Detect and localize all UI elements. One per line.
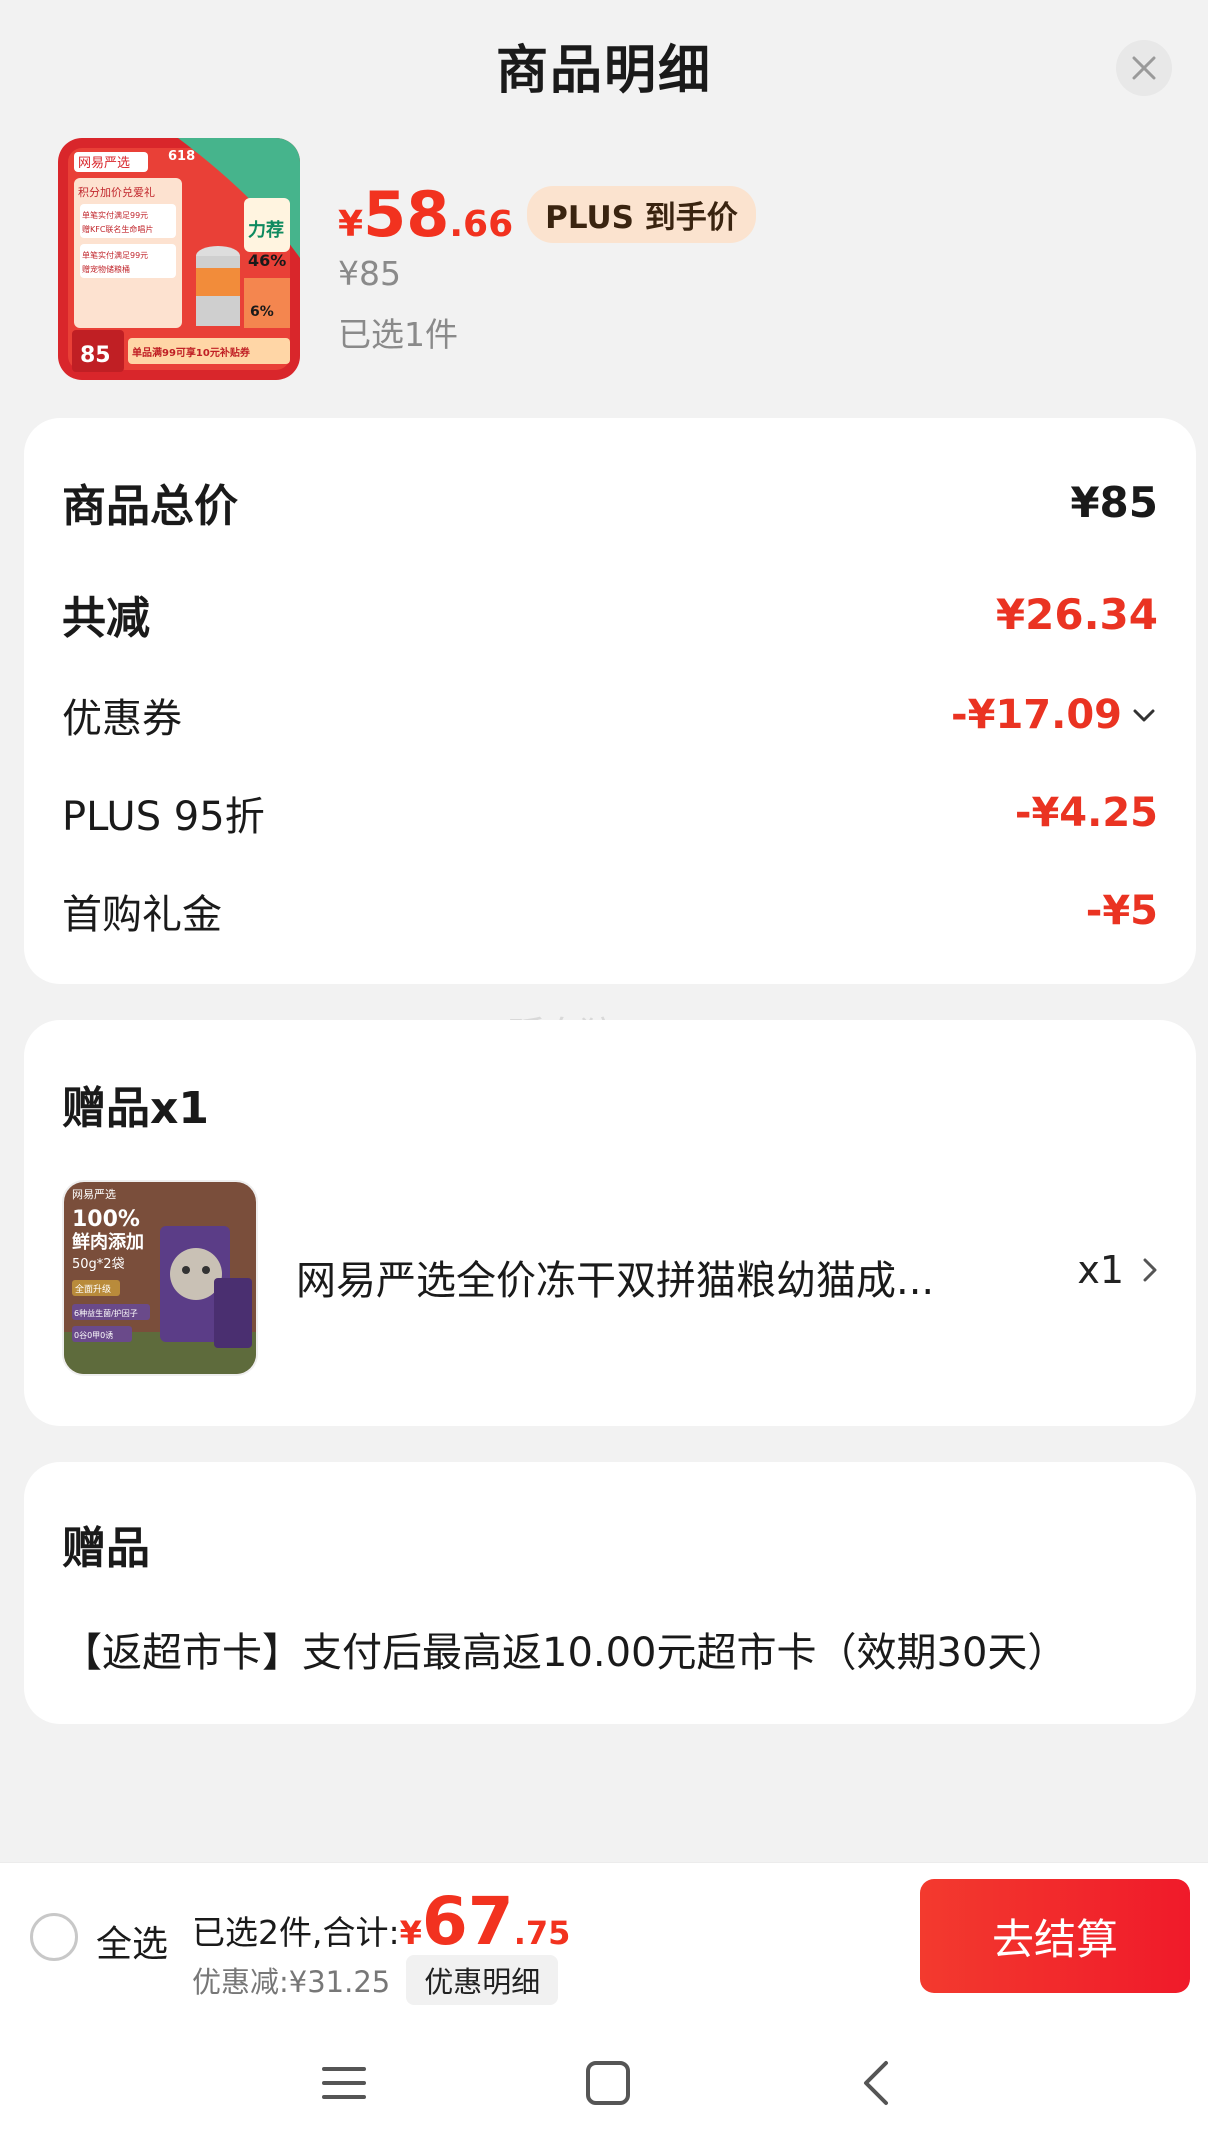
thumb-promo-2: 单笔实付满足99元 [82,210,148,220]
thumb-promo-4: 单笔实付满足99元 [82,250,148,260]
gift-card-title: 赠品x1 [62,1083,209,1134]
discount-detail-button[interactable]: 优惠明细 [406,1955,559,2005]
discount-text: 优惠减:¥31.25 [192,1965,391,1999]
total-reduction-row: 共减 ¥26.34 [62,582,1158,646]
select-all-label[interactable]: 全选 [96,1915,168,1967]
total-reduction-label: 共减 [62,593,150,644]
chevron-right-icon [1143,1258,1157,1282]
header: 商品明细 [0,0,1208,130]
total-price-row: 商品总价 ¥85 [62,470,1158,534]
sum-symbol: ¥ [399,1914,422,1952]
price-breakdown-card: 商品总价 ¥85 共减 ¥26.34 优惠券 -¥17.09 PLUS 95折 … [24,418,1196,984]
gift-card-header: 赠品x1 [62,1072,1158,1136]
product-thumbnail[interactable]: 网易严选 618 积分加价兑爱礼 单笔实付满足99元 赠KFC联名生命唱片 单笔… [58,138,300,380]
checkout-button[interactable]: 去结算 [920,1879,1190,1993]
summary-prefix: 已选2件,合计: [192,1913,400,1952]
thumb-badge: 618 [168,149,195,164]
home-square-icon [586,2061,630,2105]
page-title: 商品明细 [495,40,712,101]
selected-count: 已选1件 [338,315,458,354]
checkout-bar: 全选 已选2件,合计: ¥ 67 .75 优惠减:¥31.25 优惠明细 去结算 [0,1862,1208,2010]
product-summary: 网易严选 618 积分加价兑爱礼 单笔实付满足99元 赠KFC联名生命唱片 单笔… [58,138,1158,388]
plus-discount-value: -¥4.25 [1014,790,1158,836]
gift-thumb-sub: 鲜肉添加 [72,1231,144,1253]
gift-thumb-headline: 100% [72,1207,140,1232]
first-purchase-value: -¥5 [1085,888,1158,934]
gift-thumb-brand: 网易严选 [72,1188,116,1201]
thumb-recommend: 力荐 [248,219,284,241]
system-nav-bar [0,2010,1208,2153]
gift-card: 赠品x1 网易严选 100% 鲜肉添加 50g*2袋 全面升级 6种益生菌/护因… [24,1020,1196,1426]
original-price: ¥85 [338,254,401,293]
thumb-percent-1: 46% [248,251,286,270]
nav-home-button[interactable] [578,2056,638,2110]
thumb-brand: 网易严选 [78,156,130,171]
plus-discount-label: PLUS 95折 [62,794,265,840]
first-purchase-row: 首购礼金 -¥5 [62,882,1158,940]
thumb-promo-5: 赠宠物储粮桶 [82,264,130,274]
select-all-radio[interactable] [30,1913,78,1961]
gift-thumbnail[interactable]: 网易严选 100% 鲜肉添加 50g*2袋 全面升级 6种益生菌/护因子 0谷0… [62,1180,258,1376]
gift-qty-value: x1 [1077,1248,1124,1292]
price-decimal: .66 [449,204,514,245]
discount-summary: 优惠减:¥31.25 优惠明细 [192,1955,559,2005]
gift-thumb-tag-1: 全面升级 [75,1283,111,1295]
gift-info-body: 【返超市卡】支付后最高返10.00元超市卡（效期30天） [62,1620,1158,1678]
thumb-percent-2: 6% [250,304,274,320]
gift-info-header: 赠品 [62,1512,1158,1576]
gift-name[interactable]: 网易严选全价冻干双拼猫粮幼猫成... [296,1248,996,1306]
gift-thumb-tag-2: 6种益生菌/护因子 [74,1308,138,1318]
gift-thumb-tag-3: 0谷0甲0诱 [74,1330,113,1340]
menu-icon [322,2067,366,2099]
gift-info-text: 【返超市卡】支付后最高返10.00元超市卡（效期30天） [62,1630,1068,1676]
close-button[interactable] [1116,40,1172,96]
detail-sheet: 商品明细 网易严选 618 积分加价兑爱礼 单笔实付满足99元 赠KFC联名生命… [0,0,1208,1862]
total-price-label: 商品总价 [62,481,238,532]
sum-decimal: .75 [513,1914,571,1952]
total-price-value: ¥85 [1070,477,1158,527]
coupon-row[interactable]: 优惠券 -¥17.09 [62,686,1158,744]
coupon-value: -¥17.09 [951,692,1122,738]
total-reduction-value: ¥26.34 [995,589,1158,639]
thumb-promo-3: 赠KFC联名生命唱片 [82,224,153,234]
coupon-label: 优惠券 [62,696,182,742]
back-icon [864,2061,888,2105]
plus-discount-row: PLUS 95折 -¥4.25 [62,784,1158,842]
price-symbol: ¥ [338,204,364,245]
gift-thumb-size: 50g*2袋 [72,1257,125,1272]
first-purchase-label: 首购礼金 [62,892,222,938]
plus-price-tag: PLUS 到手价 [527,186,756,243]
gift-quantity[interactable]: x1 [1077,1248,1160,1292]
gift-info-card: 赠品 【返超市卡】支付后最高返10.00元超市卡（效期30天） [24,1462,1196,1724]
chevron-down-icon [1133,709,1155,722]
nav-back-button[interactable] [846,2056,906,2110]
nav-menu-button[interactable] [314,2056,374,2110]
order-summary: 已选2件,合计: ¥ 67 .75 [192,1883,570,1960]
close-icon [1132,56,1156,80]
product-price: ¥ 58 .66 PLUS 到手价 [338,178,756,251]
thumb-promo-1: 积分加价兑爱礼 [78,185,155,199]
sum-integer: 67 [421,1883,514,1960]
coupon-value-wrap[interactable]: -¥17.09 [951,692,1158,738]
thumb-price: 85 [80,343,111,368]
gift-info-title: 赠品 [62,1523,150,1574]
thumb-footer: 单品满99可享10元补贴券 [132,346,251,359]
price-integer: 58 [363,178,450,251]
